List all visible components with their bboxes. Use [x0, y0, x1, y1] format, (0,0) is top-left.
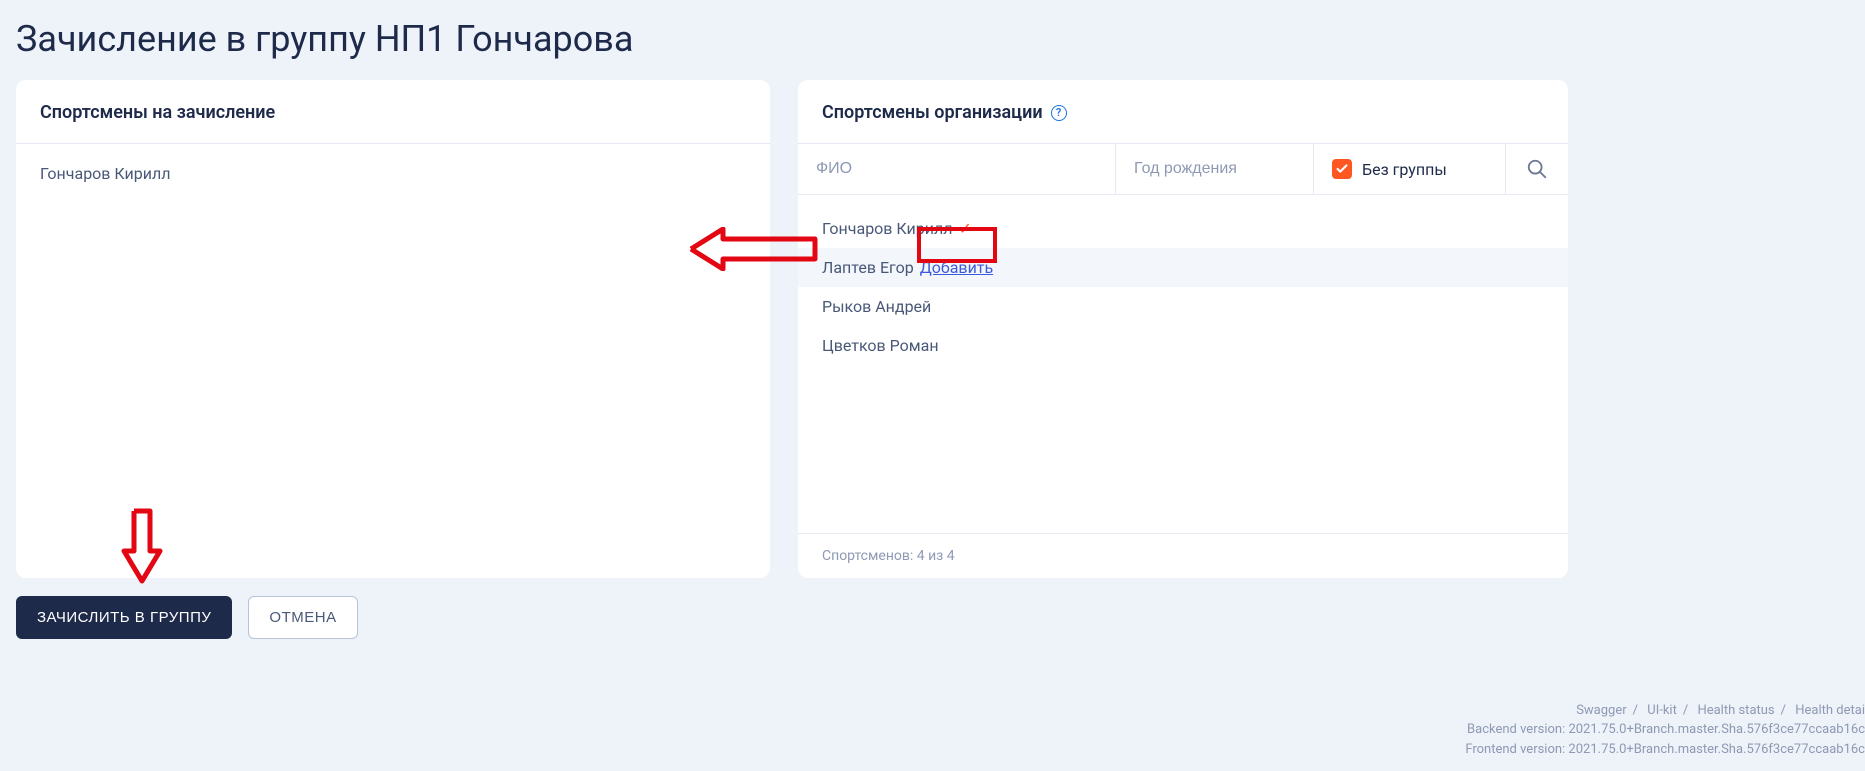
- panel-organization-body: Без группы Гончаров Кирилл ✓ Лаптев Егор…: [798, 144, 1568, 578]
- cancel-button[interactable]: ОТМЕНА: [248, 596, 357, 639]
- panel-enrollment-title: Спортсмены на зачисление: [40, 102, 275, 123]
- checkbox-checked-icon: [1332, 159, 1352, 179]
- add-link[interactable]: Добавить: [920, 258, 993, 277]
- health-detail-link[interactable]: Health detai: [1795, 703, 1865, 718]
- athlete-name: Рыков Андрей: [822, 297, 931, 316]
- footer-links-row: Swagger/ UI-kit/ Health status/ Health d…: [1465, 701, 1865, 721]
- athlete-name: Цветков Роман: [822, 336, 939, 355]
- panel-organization-title: Спортсмены организации: [822, 102, 1043, 123]
- search-button[interactable]: [1506, 144, 1568, 194]
- athlete-row[interactable]: Рыков Андрей: [798, 287, 1568, 326]
- athlete-name: Лаптев Егор: [822, 258, 914, 277]
- no-group-filter[interactable]: Без группы: [1314, 144, 1506, 194]
- fio-input[interactable]: [798, 144, 1116, 194]
- athlete-row[interactable]: Гончаров Кирилл ✓: [798, 209, 1568, 248]
- panel-enrollment-header: Спортсмены на зачисление: [16, 80, 770, 144]
- athlete-list: Гончаров Кирилл ✓ Лаптев Егор Добавить Р…: [798, 195, 1568, 533]
- footer-info: Swagger/ UI-kit/ Health status/ Health d…: [1465, 701, 1865, 760]
- enroll-button[interactable]: ЗАЧИСЛИТЬ В ГРУППУ: [16, 596, 232, 639]
- uikit-link[interactable]: UI-kit: [1647, 703, 1677, 718]
- frontend-version: Frontend version: 2021.75.0+Branch.maste…: [1465, 740, 1865, 760]
- enrollment-item[interactable]: Гончаров Кирилл: [40, 164, 746, 183]
- panel-organization-header: Спортсмены организации ?: [798, 80, 1568, 144]
- panels-container: Спортсмены на зачисление Гончаров Кирилл…: [0, 80, 1865, 578]
- help-icon[interactable]: ?: [1051, 105, 1067, 121]
- athlete-name: Гончаров Кирилл: [822, 219, 952, 238]
- birth-year-input[interactable]: [1116, 144, 1314, 194]
- athlete-row[interactable]: Цветков Роман: [798, 326, 1568, 365]
- health-status-link[interactable]: Health status: [1697, 703, 1774, 718]
- page-title: Зачисление в группу НП1 Гончарова: [0, 0, 1865, 80]
- backend-version: Backend version: 2021.75.0+Branch.master…: [1465, 720, 1865, 740]
- athlete-count: Спортсменов: 4 из 4: [798, 533, 1568, 578]
- athlete-row[interactable]: Лаптев Егор Добавить: [798, 248, 1568, 287]
- actions-row: ЗАЧИСЛИТЬ В ГРУППУ ОТМЕНА: [0, 578, 1865, 657]
- check-icon: ✓: [958, 219, 971, 238]
- panel-enrollment-body: Гончаров Кирилл: [16, 144, 770, 578]
- panel-enrollment: Спортсмены на зачисление Гончаров Кирилл: [16, 80, 770, 578]
- enrollment-list: Гончаров Кирилл: [16, 144, 770, 203]
- no-group-label: Без группы: [1362, 160, 1447, 179]
- search-icon: [1526, 158, 1548, 180]
- panel-organization: Спортсмены организации ? Без группы: [798, 80, 1568, 578]
- swagger-link[interactable]: Swagger: [1576, 703, 1626, 718]
- filter-row: Без группы: [798, 144, 1568, 195]
